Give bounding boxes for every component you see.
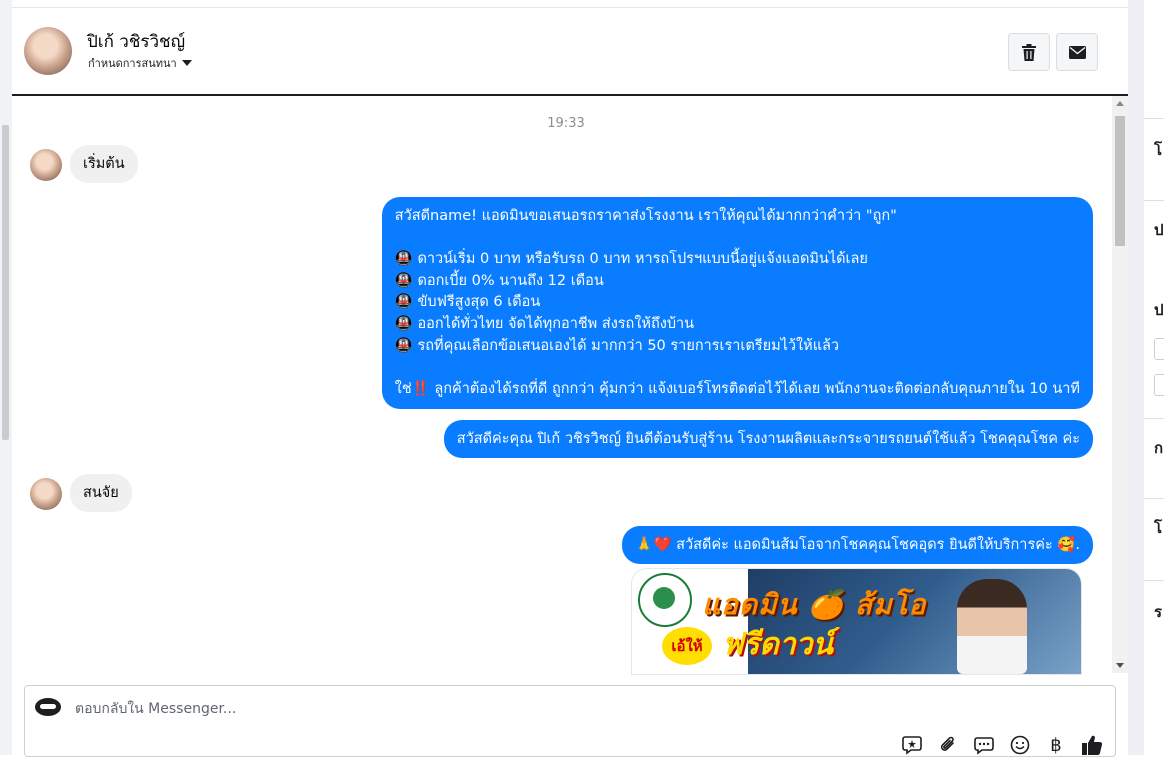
envelope-icon <box>1068 45 1086 59</box>
panel-section-title: ป <box>1154 301 1164 319</box>
trash-icon <box>1022 43 1036 61</box>
like-icon <box>1082 735 1103 756</box>
divider <box>1144 118 1164 119</box>
divider <box>1144 418 1164 419</box>
promo-burst: เอ้ให้ <box>662 627 712 665</box>
attachment-icon <box>940 736 954 751</box>
schedule-dropdown[interactable]: กำหนดการสนทนา <box>88 54 192 72</box>
sticker-icon <box>902 736 922 755</box>
scroll-down-icon[interactable] <box>1116 663 1124 668</box>
message-line: ใช่‼️ ลูกค้าต้องได้รถที่ดี ถูกกว่า คุ้มก… <box>394 380 1080 397</box>
message-composer: ฿ <box>24 685 1116 757</box>
sender-avatar <box>30 149 62 181</box>
saved-reply-button[interactable] <box>973 734 995 756</box>
message-line: 🚇 ดอกเบี้ย 0% นานถึง 12 เดือน <box>394 272 604 289</box>
incoming-message: สนจัย <box>70 474 132 512</box>
emoji-button[interactable] <box>1009 734 1031 756</box>
scroll-up-icon[interactable] <box>1116 101 1124 106</box>
company-logo <box>638 573 692 627</box>
saved-reply-icon <box>974 737 994 755</box>
panel-checkbox[interactable] <box>1154 338 1164 360</box>
incoming-message: เริ่มต้น <box>70 145 138 183</box>
message-line: 🚇 ขับฟรีสูงสุด 6 เดือน <box>394 294 541 311</box>
avatar[interactable] <box>24 27 72 75</box>
panel-section-title: ป <box>1154 221 1164 239</box>
message-line <box>395 357 1080 379</box>
caret-down-icon <box>181 60 192 66</box>
admin-photo <box>957 579 1027 674</box>
image-attachment[interactable]: แอดมิน 🍊 ส้มโอ เอ้ให้ ฟรีดาวน์ <box>631 568 1082 675</box>
panel-section-title: โ <box>1154 141 1163 159</box>
payment-button[interactable]: ฿ <box>1045 734 1067 756</box>
panel-checkbox[interactable] <box>1154 374 1164 396</box>
reply-input[interactable] <box>73 696 877 722</box>
outgoing-message: สวัสดีname! แอดมินขอเสนอรถราคาส่งโรงงาน … <box>381 197 1093 410</box>
message-line: 🚇 ออกได้ทั่วไทย จัดได้ทุกอาชีพ ส่งรถให้ถ… <box>394 315 695 332</box>
message-scrollbar[interactable] <box>1112 96 1128 673</box>
panel-section-title: ก <box>1154 439 1164 457</box>
message-line <box>395 228 1080 250</box>
divider <box>1144 580 1164 581</box>
emoji-icon <box>1010 735 1030 755</box>
like-button[interactable] <box>1081 734 1103 756</box>
left-scrollbar-thumb[interactable] <box>2 125 9 440</box>
divider <box>1144 200 1164 201</box>
chat-header: ปิเก้ วชิรวิชญ์ กำหนดการสนทนา <box>12 8 1128 96</box>
outgoing-message: สวัสดีค่ะคุณ ปิเก้ วชิรวิชญ์ ยินดีต้อนรั… <box>443 420 1093 458</box>
sticker-button[interactable] <box>901 734 923 756</box>
message-line: สวัสดีname! แอดมินขอเสนอรถราคาส่งโรงงาน … <box>394 208 897 224</box>
attach-button[interactable] <box>937 734 959 756</box>
message-timestamp: 19:33 <box>547 116 585 131</box>
page-avatar <box>35 698 61 716</box>
details-panel: โ ป ป ก โ ร <box>1128 0 1164 755</box>
divider <box>1144 498 1164 499</box>
promo-subtitle: ฟรีดาวน์ <box>722 627 834 662</box>
outgoing-message: 🙏❤️ สวัสดีค่ะ แอดมินส้มโอจากโชคคุณโชคอุด… <box>622 526 1093 564</box>
sender-avatar <box>30 478 62 510</box>
panel-section-title: โ <box>1154 519 1163 537</box>
delete-button[interactable] <box>1008 33 1050 71</box>
message-line: 🚇 ดาวน์เริ่ม 0 บาท หรือรับรถ 0 บาท หารถโ… <box>394 251 868 268</box>
mail-button[interactable] <box>1056 33 1098 71</box>
message-scrollbar-thumb[interactable] <box>1115 116 1125 246</box>
schedule-label: กำหนดการสนทนา <box>88 57 177 70</box>
contact-name[interactable]: ปิเก้ วชิรวิชญ์ <box>87 28 185 55</box>
chat-panel: ปิเก้ วชิรวิชญ์ กำหนดการสนทนา 19:33 เริ่… <box>12 0 1128 757</box>
panel-section-title: ร <box>1154 603 1163 621</box>
message-line: 🚇 รถที่คุณเลือกข้อเสนอเองได้ มากกว่า 50 … <box>394 337 840 354</box>
